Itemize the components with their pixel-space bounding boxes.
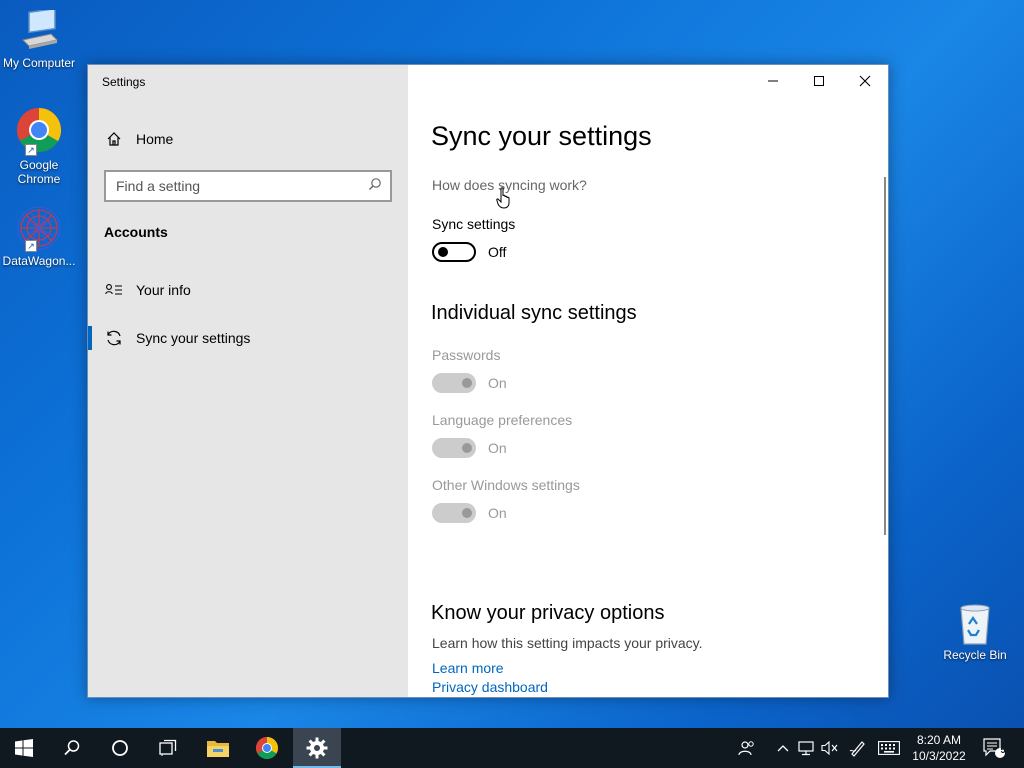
page-title: Sync your settings (431, 121, 652, 151)
language-preferences-toggle[interactable] (432, 438, 476, 458)
pen-button[interactable] (846, 728, 870, 768)
language-preferences-state: On (488, 440, 507, 456)
privacy-dashboard-link[interactable]: Privacy dashboard (432, 679, 548, 695)
keyboard-icon (878, 741, 900, 755)
toggle-knob (462, 508, 472, 518)
volume-muted-icon (821, 740, 838, 756)
passwords-state: On (488, 375, 507, 391)
nav-home[interactable]: Home (88, 121, 408, 157)
privacy-description: Learn how this setting impacts your priv… (432, 635, 703, 651)
toggle-knob (462, 443, 472, 453)
touch-keyboard-button[interactable] (875, 728, 903, 768)
desktop-icon-google-chrome[interactable]: ↗ Google Chrome (0, 106, 78, 186)
sidebar-item-your-info[interactable]: Your info (88, 272, 408, 308)
action-center-button[interactable]: 5 (978, 728, 1010, 768)
sync-settings-state: Off (488, 244, 507, 260)
chrome-icon (256, 737, 278, 759)
clock-time: 8:20 AM (916, 733, 962, 747)
start-button[interactable] (0, 728, 48, 768)
cortana-button[interactable] (96, 728, 144, 768)
settings-content: Sync your settings How does syncing work… (408, 65, 888, 697)
individual-sync-title: Individual sync settings (431, 302, 637, 324)
desktop-icon-label: Recycle Bin (943, 648, 1007, 662)
passwords-toggle-row: On (432, 373, 507, 393)
language-preferences-label: Language preferences (432, 412, 573, 428)
desktop-icon-my-computer[interactable]: My Computer (0, 7, 78, 70)
task-view-icon (159, 739, 177, 756)
hand-cursor-icon (496, 187, 512, 214)
show-hidden-icons-button[interactable] (773, 728, 793, 768)
gear-icon (306, 737, 328, 759)
shortcut-arrow-icon: ↗ (25, 144, 37, 156)
nav-home-label: Home (136, 131, 174, 147)
language-preferences-toggle-row: On (432, 438, 507, 458)
other-windows-settings-label: Other Windows settings (432, 477, 580, 493)
sidebar-item-sync-your-settings[interactable]: Sync your settings (88, 320, 408, 356)
computer-icon (17, 7, 61, 54)
network-icon (798, 741, 814, 756)
cortana-icon (112, 740, 128, 756)
settings-taskbar-button[interactable] (293, 728, 341, 768)
toggle-knob (462, 378, 472, 388)
passwords-toggle[interactable] (432, 373, 476, 393)
sidebar-item-label: Your info (136, 282, 191, 298)
other-windows-settings-toggle[interactable] (432, 503, 476, 523)
chevron-up-icon (777, 745, 789, 752)
window-title: Settings (102, 75, 146, 89)
section-title-accounts: Accounts (104, 224, 168, 240)
desktop-icon-datawagon[interactable]: ↗ DataWagon... (0, 204, 78, 268)
sync-settings-toggle[interactable] (432, 242, 476, 262)
pen-icon (849, 741, 865, 757)
settings-sidebar: Settings Home Accounts Your info Sync y (88, 65, 408, 697)
passwords-label: Passwords (432, 347, 501, 363)
datawagon-icon: ↗ (15, 204, 63, 252)
sync-settings-label: Sync settings (432, 216, 516, 232)
toggle-knob (438, 247, 448, 257)
recycle-bin-icon (955, 602, 995, 646)
clock-date: 10/3/2022 (912, 749, 966, 763)
clock[interactable]: 8:20 AM 10/3/2022 (905, 732, 973, 764)
task-view-button[interactable] (144, 728, 192, 768)
home-icon (104, 131, 124, 147)
other-windows-settings-state: On (488, 505, 507, 521)
other-windows-settings-toggle-row: On (432, 503, 507, 523)
search-button[interactable] (48, 728, 96, 768)
desktop-icon-label: Google Chrome (17, 158, 61, 186)
sync-icon (104, 329, 124, 347)
settings-window: Settings Home Accounts Your info Sync y (87, 64, 889, 698)
search-input[interactable] (116, 178, 368, 194)
desktop-icon-label: My Computer (2, 56, 76, 70)
content-scrollbar[interactable] (884, 177, 886, 535)
desktop-icon-recycle-bin[interactable]: Recycle Bin (936, 602, 1014, 662)
desktop-icon-label: DataWagon... (2, 254, 76, 268)
sync-settings-toggle-row[interactable]: Off (432, 242, 506, 262)
search-box[interactable] (104, 170, 392, 202)
people-icon (738, 741, 754, 756)
privacy-title: Know your privacy options (431, 602, 665, 624)
windows-logo-icon (15, 739, 33, 757)
chrome-taskbar-button[interactable] (243, 728, 291, 768)
search-icon (64, 740, 80, 756)
file-explorer-button[interactable] (194, 728, 242, 768)
chrome-icon: ↗ (15, 106, 63, 156)
search-icon[interactable] (368, 177, 382, 196)
network-button[interactable] (795, 728, 819, 768)
contact-card-icon (104, 283, 124, 297)
notification-count-badge: 5 (1000, 745, 1006, 755)
people-button[interactable] (733, 728, 761, 768)
folder-icon (207, 741, 229, 757)
sidebar-item-label: Sync your settings (136, 330, 251, 346)
shortcut-arrow-icon: ↗ (25, 240, 37, 252)
volume-button[interactable] (819, 728, 841, 768)
learn-more-link[interactable]: Learn more (432, 660, 504, 676)
taskbar: 8:20 AM 10/3/2022 5 (0, 728, 1024, 768)
